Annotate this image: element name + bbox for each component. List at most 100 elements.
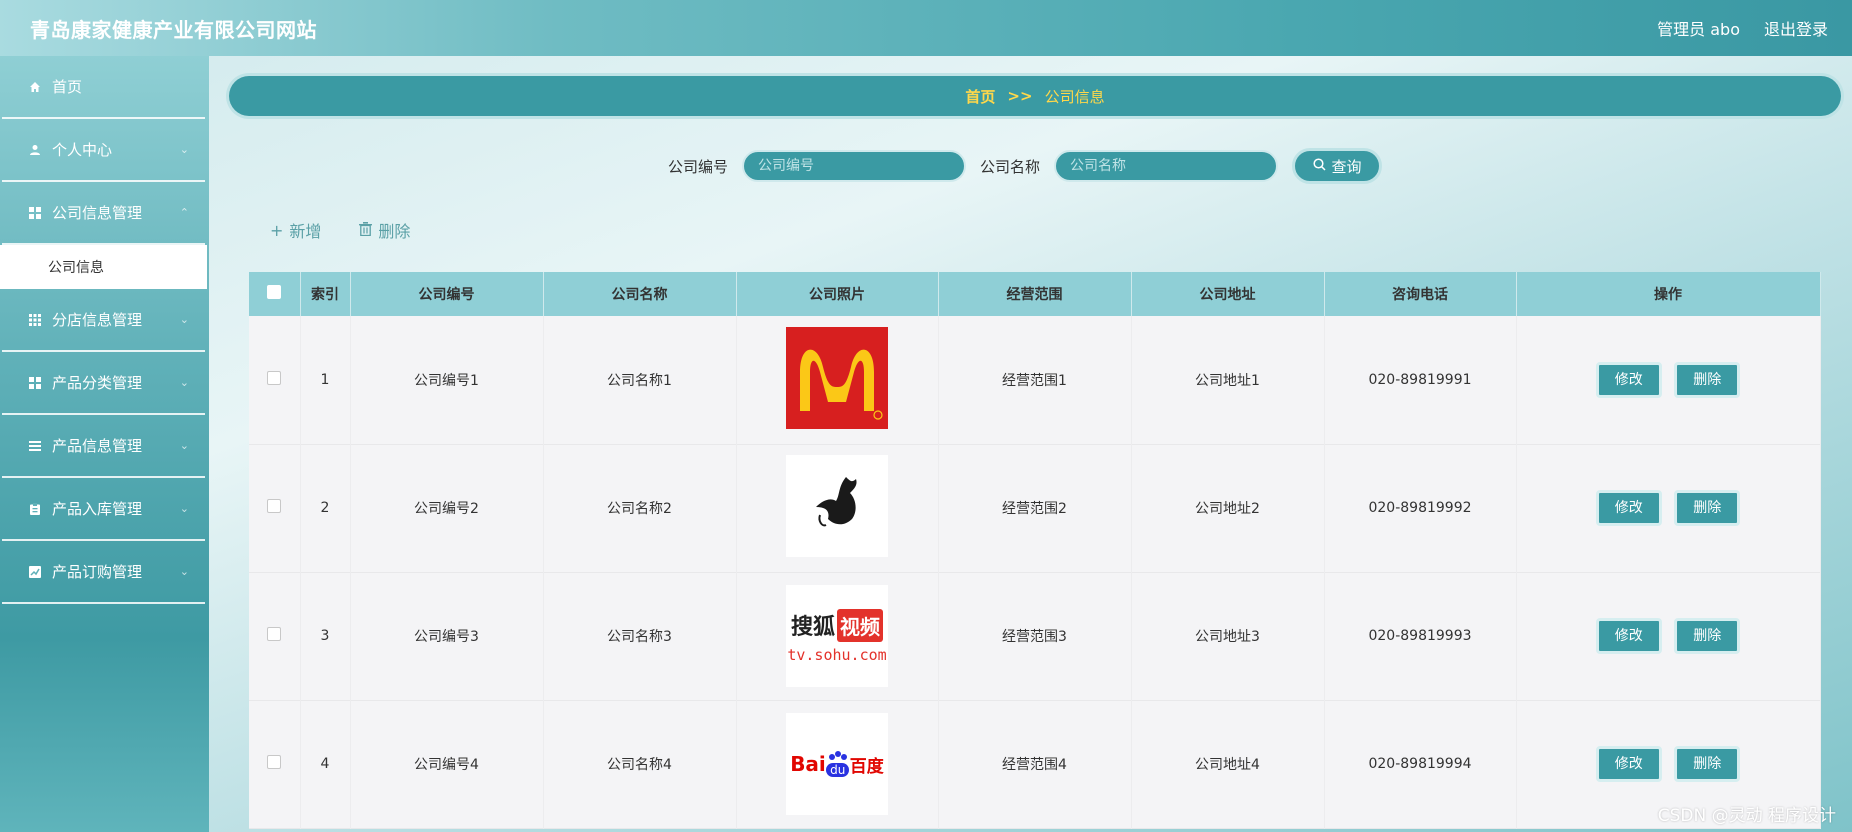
edit-button[interactable]: 修改	[1595, 490, 1662, 526]
sidebar-item-product-info[interactable]: 产品信息管理 ⌄	[2, 415, 205, 478]
column-header: 咨询电话	[1324, 272, 1517, 316]
add-button[interactable]: + 新增	[270, 218, 321, 242]
column-header: 公司照片	[736, 272, 939, 316]
baidu-logo-text: Bai	[790, 752, 826, 776]
business-scope: 经营范围1	[938, 316, 1132, 444]
grid-icon	[28, 376, 42, 390]
company-name-label: 公司名称	[980, 157, 1041, 176]
home-icon	[28, 80, 42, 94]
list-icon	[28, 439, 42, 453]
company-code-label: 公司编号	[668, 157, 729, 176]
company-code-input[interactable]	[742, 150, 967, 182]
edit-button[interactable]: 修改	[1595, 361, 1662, 398]
logout-button[interactable]: 退出登录	[1764, 16, 1828, 40]
sidebar-item-label: 公司信息管理	[52, 204, 143, 222]
breadcrumb: 首页 >> 公司信息	[229, 76, 1841, 116]
sidebar-item-personal[interactable]: 个人中心 ⌄	[2, 119, 205, 182]
company-name: 公司名称3	[543, 572, 737, 700]
sidebar-item-label: 产品入库管理	[52, 500, 143, 518]
company-address: 公司地址2	[1131, 444, 1325, 572]
edit-button[interactable]: 修改	[1595, 618, 1662, 654]
chevron-down-icon: ⌄	[179, 502, 189, 515]
company-name: 公司名称1	[543, 316, 737, 444]
add-button-label: 新增	[289, 222, 322, 241]
sidebar: 首页 个人中心 ⌄ 公司信息管理 ⌃ 公司信息 分店信息管理 ⌄ 产品分类管理 …	[0, 56, 209, 832]
table-row: 4 公司编号4 公司名称4 Bai du 百度 经营范围4 公司地址4 020-…	[249, 700, 1821, 828]
table-header-row: 索引 公司编号 公司名称 公司照片 经营范围 公司地址 咨询电话 操作	[249, 272, 1821, 316]
company-name: 公司名称4	[543, 700, 737, 828]
grid-icon	[28, 206, 42, 220]
user-icon	[28, 143, 42, 157]
batch-delete-button[interactable]: 删除	[359, 218, 410, 242]
sidebar-item-label: 产品分类管理	[52, 374, 143, 392]
row-index: 4	[300, 700, 351, 828]
table-row: 3 公司编号3 公司名称3 搜狐 视频 tv.sohu.com 经营范围3 公司…	[249, 572, 1821, 700]
sidebar-item-label: 产品信息管理	[52, 437, 143, 455]
sidebar-item-product-order[interactable]: 产品订购管理 ⌄	[2, 541, 205, 604]
breadcrumb-separator: >>	[1007, 87, 1033, 105]
row-checkbox[interactable]	[267, 755, 282, 769]
company-name-input[interactable]	[1054, 150, 1279, 182]
company-code: 公司编号2	[350, 444, 544, 572]
admin-username[interactable]: 管理员 abo	[1657, 16, 1740, 40]
delete-button[interactable]: 删除	[1674, 618, 1741, 654]
company-phone: 020-89819992	[1324, 444, 1517, 572]
select-all-checkbox[interactable]	[267, 285, 282, 299]
table-row: 2 公司编号2 公司名称2 经营范围2 公司地址2 020-89819992 修…	[249, 444, 1821, 572]
query-button[interactable]: 查询	[1292, 148, 1383, 184]
chevron-down-icon: ⌄	[179, 313, 189, 326]
chevron-down-icon: ⌄	[179, 439, 189, 452]
select-all-cell	[249, 272, 301, 316]
column-header: 公司地址	[1131, 272, 1325, 316]
row-checkbox[interactable]	[267, 499, 282, 513]
row-checkbox[interactable]	[267, 370, 282, 385]
chart-icon	[28, 565, 42, 579]
row-index: 2	[300, 444, 351, 572]
chevron-down-icon: ⌄	[179, 565, 189, 578]
row-checkbox[interactable]	[267, 627, 282, 641]
edit-button[interactable]: 修改	[1595, 746, 1662, 782]
grid-icon	[28, 313, 42, 327]
sidebar-item-company[interactable]: 公司信息管理 ⌃	[2, 182, 205, 245]
row-index: 1	[300, 316, 351, 444]
breadcrumb-current: 公司信息	[1044, 87, 1105, 106]
company-phone: 020-89819993	[1324, 572, 1517, 700]
search-bar: 公司编号 公司名称 查询	[668, 148, 1383, 184]
sohu-logo-text: 搜狐	[790, 615, 835, 640]
sidebar-item-product-category[interactable]: 产品分类管理 ⌄	[2, 352, 205, 415]
company-table: 索引 公司编号 公司名称 公司照片 经营范围 公司地址 咨询电话 操作 1 公司…	[249, 272, 1821, 829]
company-code: 公司编号4	[350, 700, 544, 828]
company-address: 公司地址1	[1131, 316, 1325, 444]
column-header: 索引	[300, 272, 351, 316]
sidebar-subitem-company-info[interactable]: 公司信息	[0, 245, 207, 289]
clipboard-icon	[28, 502, 42, 516]
company-code: 公司编号1	[350, 316, 544, 444]
delete-button[interactable]: 删除	[1674, 361, 1741, 398]
baidu-logo-text: du	[826, 763, 850, 777]
sohu-logo: 搜狐 视频 tv.sohu.com	[786, 585, 888, 687]
company-address: 公司地址3	[1131, 572, 1325, 700]
business-scope: 经营范围4	[938, 700, 1132, 828]
delete-button[interactable]: 删除	[1674, 746, 1741, 782]
sohu-logo-text: 视频	[837, 608, 883, 642]
chevron-down-icon: ⌄	[179, 143, 189, 156]
company-phone: 020-89819991	[1324, 316, 1517, 444]
breadcrumb-home[interactable]: 首页	[965, 86, 995, 107]
sidebar-item-home[interactable]: 首页	[2, 56, 205, 119]
delete-button[interactable]: 删除	[1674, 490, 1741, 526]
baidu-logo: Bai du 百度	[786, 713, 888, 815]
watermark: CSDN @灵动 程序设计	[1657, 806, 1836, 826]
baidu-logo-text: 百度	[849, 756, 884, 777]
sohu-logo-url: tv.sohu.com	[787, 645, 887, 664]
company-phone: 020-89819994	[1324, 700, 1517, 828]
sidebar-item-label: 首页	[52, 78, 83, 96]
business-scope: 经营范围3	[938, 572, 1132, 700]
top-header: 青岛康家健康产业有限公司网站 管理员 abo 退出登录	[0, 0, 1852, 56]
chevron-up-icon: ⌃	[179, 206, 189, 219]
company-name: 公司名称2	[543, 444, 737, 572]
site-title: 青岛康家健康产业有限公司网站	[30, 17, 317, 42]
sidebar-item-product-stock[interactable]: 产品入库管理 ⌄	[2, 478, 205, 541]
mcdonalds-logo	[786, 326, 888, 429]
query-button-label: 查询	[1331, 157, 1362, 176]
sidebar-item-branch[interactable]: 分店信息管理 ⌄	[2, 289, 205, 352]
